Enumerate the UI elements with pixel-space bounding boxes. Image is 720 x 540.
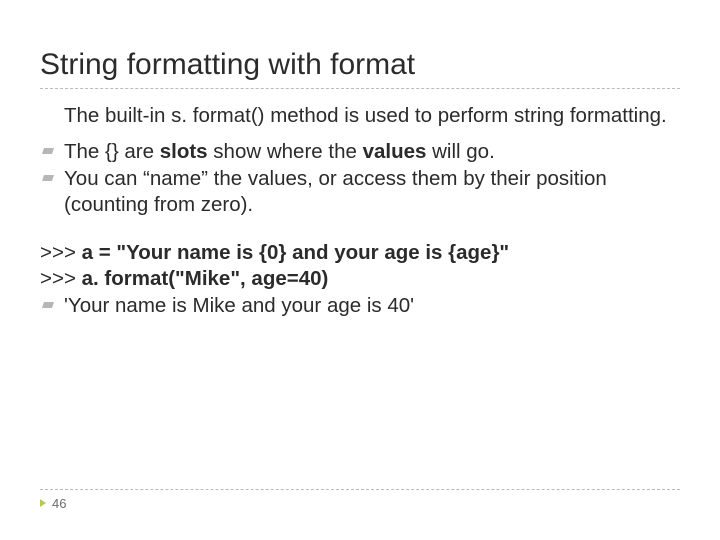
title-divider xyxy=(40,88,680,89)
bullet-text: will go. xyxy=(426,140,494,163)
bullet-list: The {} are slots show where the values w… xyxy=(40,139,680,218)
page-number: 46 xyxy=(40,496,66,511)
bullet-strong-values: values xyxy=(363,140,427,163)
bullet-item-slots: The {} are slots show where the values w… xyxy=(40,139,680,165)
repl-prompt: >>> xyxy=(40,267,82,290)
footer-divider xyxy=(40,489,680,490)
slide: String formatting with format The built-… xyxy=(0,0,720,540)
code-text: a = "Your name is {0} and your age is {a… xyxy=(82,241,510,264)
slide-title: String formatting with format xyxy=(40,48,680,82)
slide-footer: 46 xyxy=(40,489,680,512)
code-line-2: >>> a. format("Mike", age=40) xyxy=(40,266,680,293)
slide-body: The built-in s. format() method is used … xyxy=(40,103,680,319)
bullet-text: show where the xyxy=(208,140,363,163)
bullet-item-naming: You can “name” the values, or access the… xyxy=(40,166,680,217)
bullet-strong-slots: slots xyxy=(160,140,208,163)
code-line-1: >>> a = "Your name is {0} and your age i… xyxy=(40,240,680,267)
bullet-text: The {} are xyxy=(64,140,160,163)
code-text: a. format("Mike", age=40) xyxy=(82,267,329,290)
repl-prompt: >>> xyxy=(40,241,82,264)
output-line: 'Your name is Mike and your age is 40' xyxy=(40,293,680,320)
code-example: >>> a = "Your name is {0} and your age i… xyxy=(40,240,680,320)
output-list: 'Your name is Mike and your age is 40' xyxy=(40,293,680,320)
intro-text: The built-in s. format() method is used … xyxy=(40,103,680,129)
